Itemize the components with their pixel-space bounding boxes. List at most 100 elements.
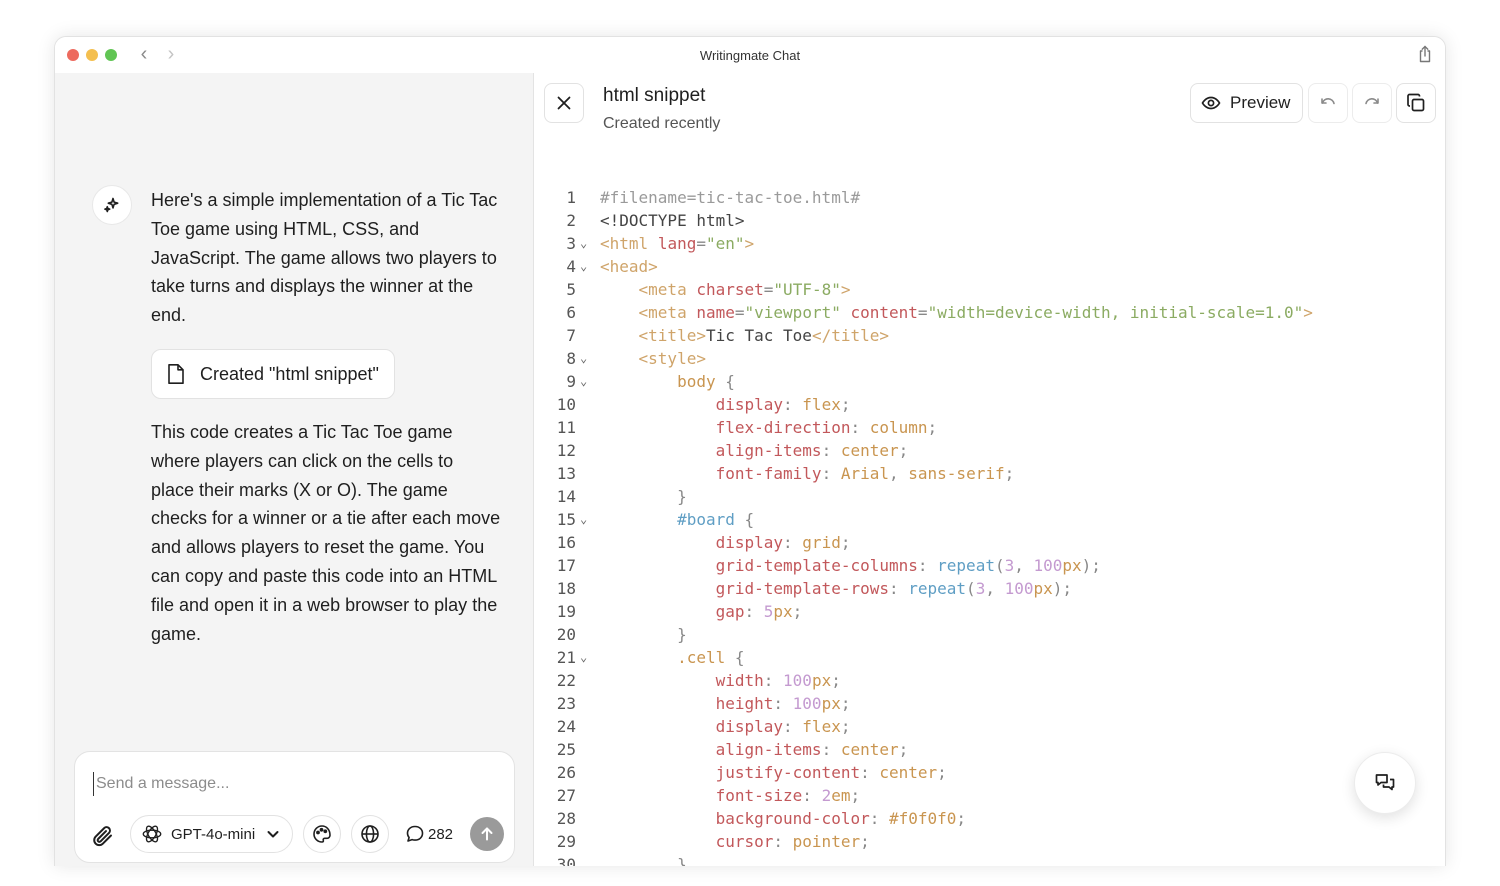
code-text: gap: 5px; <box>715 602 803 621</box>
line-number: 6 <box>566 303 576 322</box>
window-title: Writingmate Chat <box>699 48 801 63</box>
code-text: <meta charset="UTF-8"> <box>638 280 851 299</box>
code-line: 18 grid-template-rows: repeat(3, 100px); <box>535 577 1445 600</box>
line-number: 17 <box>556 556 576 575</box>
openai-icon <box>142 825 162 843</box>
code-line: 5 <meta charset="UTF-8"> <box>535 278 1445 301</box>
code-line: 14 } <box>535 485 1445 508</box>
message-credits[interactable]: 282 <box>405 824 453 844</box>
line-number: 22 <box>556 671 576 690</box>
message-input[interactable] <box>93 772 493 796</box>
line-number: 3 <box>566 234 576 253</box>
code-line: 24 display: flex; <box>535 715 1445 738</box>
code-text: flex-direction: column; <box>715 418 938 437</box>
fold-chevron-icon[interactable]: ⌄ <box>580 255 587 278</box>
code-text: justify-content: center; <box>715 763 947 782</box>
code-text: display: flex; <box>715 395 851 414</box>
close-snippet-button[interactable] <box>544 83 584 123</box>
code-line: 16 display: grid; <box>535 531 1445 554</box>
code-pane: html snippet Created recently Preview 1 #… <box>535 73 1445 866</box>
eye-icon <box>1201 96 1221 110</box>
redo-icon <box>1365 97 1379 105</box>
line-number: 30 <box>556 855 576 866</box>
code-text: background-color: #f0f0f0; <box>715 809 967 828</box>
code-line: 21 ⌄ .cell { <box>535 646 1445 669</box>
code-line: 10 display: flex; <box>535 393 1445 416</box>
code-line: 23 height: 100px; <box>535 692 1445 715</box>
line-number: 10 <box>556 395 576 414</box>
code-text: <html lang="en"> <box>600 234 755 253</box>
code-line: 26 justify-content: center; <box>535 761 1445 784</box>
code-line: 9 ⌄ body { <box>535 370 1445 393</box>
code-text: font-size: 2em; <box>715 786 861 805</box>
fold-chevron-icon[interactable]: ⌄ <box>580 232 587 255</box>
fold-chevron-icon[interactable]: ⌄ <box>580 347 587 370</box>
share-icon[interactable] <box>1417 45 1433 63</box>
app-window: ‹ › Writingmate Chat Here's a simple imp… <box>54 36 1446 866</box>
code-line: 3 ⌄ <html lang="en"> <box>535 232 1445 255</box>
code-text: body { <box>677 372 735 391</box>
chat-bubbles-icon <box>1375 774 1395 791</box>
palette-icon <box>313 825 331 843</box>
code-text: grid-template-columns: repeat(3, 100px); <box>715 556 1101 575</box>
code-line: 7 <title>Tic Tac Toe</title> <box>535 324 1445 347</box>
snippet-subtitle: Created recently <box>603 115 721 132</box>
line-number: 9 <box>566 372 576 391</box>
artifact-label: Created "html snippet" <box>200 363 379 384</box>
line-number: 1 <box>566 188 576 207</box>
fold-chevron-icon[interactable]: ⌄ <box>580 646 587 669</box>
undo-button[interactable] <box>1308 83 1348 123</box>
chat-support-button[interactable] <box>1354 752 1416 814</box>
code-line: 13 font-family: Arial, sans-serif; <box>535 462 1445 485</box>
model-name: GPT-4o-mini <box>171 825 256 843</box>
code-line: 27 font-size: 2em; <box>535 784 1445 807</box>
line-number: 7 <box>566 326 576 345</box>
chat-pane: Here's a simple implementation of a Tic … <box>55 73 534 866</box>
globe-icon <box>361 825 379 843</box>
line-number: 5 <box>566 280 576 299</box>
code-line: 1 #filename=tic-tac-toe.html# <box>535 186 1445 209</box>
web-search-button[interactable] <box>351 815 389 853</box>
code-text: } <box>677 487 687 506</box>
title-bar: ‹ › Writingmate Chat <box>55 37 1445 73</box>
code-line: 11 flex-direction: column; <box>535 416 1445 439</box>
copy-icon <box>1407 93 1425 112</box>
code-text: font-family: Arial, sans-serif; <box>715 464 1015 483</box>
line-number: 26 <box>556 763 576 782</box>
redo-button[interactable] <box>1352 83 1392 123</box>
assistant-avatar <box>92 185 132 225</box>
line-number: 4 <box>566 257 576 276</box>
document-icon <box>168 364 184 384</box>
code-text: #filename=tic-tac-toe.html# <box>600 188 861 207</box>
chevron-down-icon <box>267 831 279 838</box>
code-line: 20 } <box>535 623 1445 646</box>
line-number: 8 <box>566 349 576 368</box>
preview-button[interactable]: Preview <box>1190 83 1303 123</box>
model-select[interactable]: GPT-4o-mini <box>130 815 293 853</box>
code-text: } <box>677 625 687 644</box>
line-number: 20 <box>556 625 576 644</box>
artifact-card[interactable]: Created "html snippet" <box>151 349 395 399</box>
line-number: 23 <box>556 694 576 713</box>
code-line: 4 ⌄ <head> <box>535 255 1445 278</box>
fold-chevron-icon[interactable]: ⌄ <box>580 508 587 531</box>
code-text: align-items: center; <box>715 740 909 759</box>
code-line: 15 ⌄ #board { <box>535 508 1445 531</box>
code-line: 30 } <box>535 853 1445 866</box>
line-number: 11 <box>556 418 576 437</box>
palette-button[interactable] <box>303 815 341 853</box>
send-button[interactable] <box>470 817 504 851</box>
code-line: 2 <!DOCTYPE html> <box>535 209 1445 232</box>
copy-button[interactable] <box>1396 83 1436 123</box>
code-line: 19 gap: 5px; <box>535 600 1445 623</box>
code-text: .cell { <box>677 648 745 667</box>
line-number: 25 <box>556 740 576 759</box>
code-text: <meta name="viewport" content="width=dev… <box>638 303 1313 322</box>
assistant-message-explanation: This code creates a Tic Tac Toe game whe… <box>151 422 501 644</box>
fold-chevron-icon[interactable]: ⌄ <box>580 370 587 393</box>
paperclip-icon[interactable] <box>91 824 115 848</box>
code-text: grid-template-rows: repeat(3, 100px); <box>715 579 1073 598</box>
code-text: <title>Tic Tac Toe</title> <box>638 326 889 345</box>
line-number: 29 <box>556 832 576 851</box>
preview-label: Preview <box>1230 93 1291 112</box>
